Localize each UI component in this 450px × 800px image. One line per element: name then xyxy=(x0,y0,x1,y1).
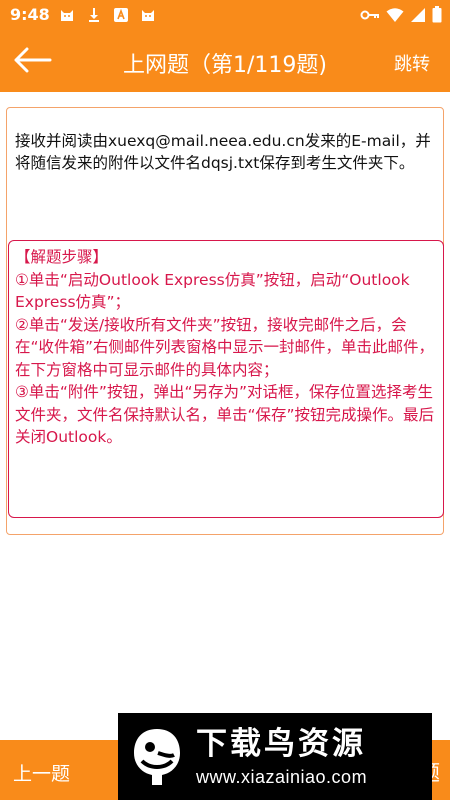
question-text: 接收并阅读由xuexq@mail.neea.edu.cn发来的E-mail，并将… xyxy=(15,132,431,172)
a-app-icon xyxy=(112,6,129,23)
question-card: 接收并阅读由xuexq@mail.neea.edu.cn发来的E-mail，并将… xyxy=(6,107,444,535)
status-bar: 9:48 xyxy=(0,0,450,32)
solution-box: 【解题步骤】 ①单击“启动Outlook Express仿真”按钮，启动“Out… xyxy=(8,240,444,518)
solution-step: ①单击“启动Outlook Express仿真”按钮，启动“Outlook Ex… xyxy=(15,270,410,312)
arrow-left-icon xyxy=(12,47,52,77)
watermark-banner: 下载鸟资源 www.xiazainiao.com xyxy=(118,713,432,800)
system-icons xyxy=(360,6,442,27)
watermark-title: 下载鸟资源 xyxy=(196,726,366,762)
watermark-text: 下载鸟资源 www.xiazainiao.com xyxy=(196,725,432,788)
back-button[interactable] xyxy=(8,42,56,82)
wifi-icon xyxy=(386,7,404,27)
cat-icon xyxy=(139,6,156,23)
key-icon xyxy=(360,7,380,26)
cat-icon xyxy=(58,6,75,23)
download-icon xyxy=(85,6,102,23)
signal-icon xyxy=(410,7,426,27)
solution-header: 【解题步骤】 xyxy=(15,248,109,266)
battery-icon xyxy=(432,6,442,27)
jump-button[interactable]: 跳转 xyxy=(394,50,430,76)
prev-question-button[interactable]: 上一题 xyxy=(13,759,70,786)
status-time: 9:48 xyxy=(10,5,50,24)
page-title: 上网题（第1/119题) xyxy=(123,53,327,78)
solution-step: ③单击“附件”按钮，弹出“另存为”对话框，保存位置选择考生文件夹，文件名保持默认… xyxy=(15,383,435,446)
app-bar: 上网题（第1/119题) 跳转 xyxy=(0,32,450,92)
watermark-url: www.xiazainiao.com xyxy=(196,767,368,787)
bird-logo-icon xyxy=(118,713,196,800)
notification-icons xyxy=(58,6,156,23)
solution-step: ②单击“发送/接收所有文件夹”按钮，接收完邮件之后，会在“收件箱”右侧邮件列表窗… xyxy=(15,315,435,379)
